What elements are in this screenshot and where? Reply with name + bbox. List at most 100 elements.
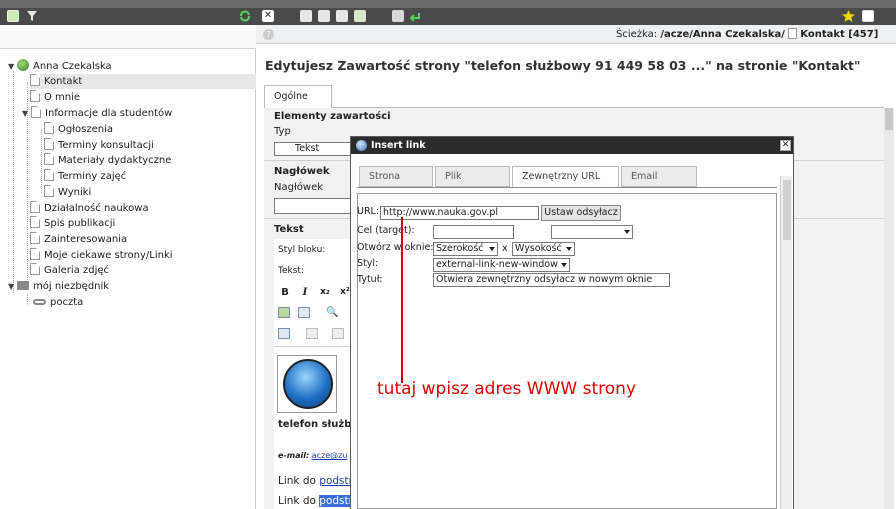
row-props-icon[interactable]: [332, 328, 344, 339]
content-phone-text: telefon służbo: [278, 419, 356, 430]
tree-item-dzialalnosc[interactable]: Działalność naukowa: [30, 201, 149, 216]
tab-ogolne[interactable]: Ogólne: [264, 85, 332, 109]
page-icon: [30, 248, 40, 260]
tree-item-publikacje[interactable]: Spis publikacji: [30, 216, 115, 231]
block-style-label: Styl bloku:: [278, 245, 326, 255]
target-select[interactable]: [551, 225, 633, 239]
tree-item-zainteresowania[interactable]: Zainteresowania: [30, 232, 127, 247]
collapse-icon[interactable]: ▼: [22, 106, 31, 121]
link2-prefix: Link do: [278, 495, 316, 507]
link1[interactable]: podstr: [319, 475, 353, 487]
page-icon: [44, 185, 54, 197]
dialog-title: Insert link: [351, 137, 793, 154]
tree-item-terminy-konsultacji[interactable]: Terminy konsultacji: [44, 138, 154, 153]
target-input[interactable]: [433, 225, 514, 239]
subscript-button[interactable]: x₂: [318, 286, 332, 299]
header-input[interactable]: [274, 198, 354, 214]
tree-item-materialy[interactable]: Materiały dydaktyczne: [44, 153, 171, 168]
text-label: Tekst:: [278, 266, 304, 276]
cell-props-icon[interactable]: [306, 328, 318, 339]
email-label: e-mail:: [278, 451, 310, 460]
tab-strona[interactable]: Strona: [359, 166, 433, 187]
tree-item-galeria[interactable]: Galeria zdjęć: [30, 263, 109, 278]
type-label: Typ: [274, 126, 291, 137]
type-select[interactable]: Tekst: [274, 142, 354, 156]
title-input[interactable]: Otwiera zewnętrzny odsyłacz w nowym okni…: [433, 273, 670, 287]
dialog-scrollbar[interactable]: [780, 176, 792, 509]
site-globe-icon: [17, 59, 29, 71]
breadcrumb-path[interactable]: /acze/Anna Czekalska/: [660, 29, 785, 40]
undo-icon[interactable]: [409, 10, 421, 22]
link2-selected[interactable]: podstr: [319, 495, 353, 507]
folder-icon: [17, 281, 29, 290]
help-icon[interactable]: ?: [263, 29, 274, 40]
page-icon: [44, 138, 54, 150]
annotation-text: tutaj wpisz adres WWW strony: [377, 379, 637, 399]
tab-zewnetrzny-url[interactable]: Zewnętrzny URL: [512, 166, 619, 188]
editor-toolbar: ✕: [256, 8, 896, 25]
tree-item-terminy-zajec[interactable]: Terminy zajęć: [44, 169, 126, 184]
height-select[interactable]: Wysokość: [512, 242, 575, 256]
new-page-icon[interactable]: [7, 10, 19, 22]
content-avatar-image: [277, 355, 337, 413]
italic-button[interactable]: I: [298, 286, 312, 299]
dialog-close-button[interactable]: ✕: [780, 140, 791, 151]
tree-item-poczta[interactable]: poczta: [33, 295, 83, 310]
dialog-tab-line: [357, 187, 777, 188]
width-select[interactable]: Szerokość: [433, 242, 498, 256]
globe-icon: [356, 140, 367, 151]
image-icon[interactable]: [278, 307, 290, 318]
main-scrollbar[interactable]: [884, 108, 894, 509]
bold-button[interactable]: B: [278, 286, 292, 299]
tree-item-ogloszenia[interactable]: Ogłoszenia: [44, 122, 113, 137]
tab-email[interactable]: Email: [621, 166, 697, 187]
breadcrumb-page[interactable]: Kontakt [457]: [800, 29, 878, 40]
tree-item-informacje[interactable]: ▼ Informacje dla studentów: [22, 106, 172, 121]
style-select[interactable]: external-link-new-window: [433, 258, 570, 272]
tree-item-o-mnie[interactable]: O mnie: [30, 90, 80, 105]
email-link[interactable]: acze@zu: [312, 451, 348, 460]
breadcrumb-label: Ścieżka:: [616, 29, 658, 40]
page-icon: [30, 216, 40, 228]
tree-item-linki[interactable]: Moje ciekawe strony/Linki: [30, 248, 173, 263]
set-link-button[interactable]: Ustaw odsyłacz: [541, 205, 621, 221]
window-top-border: [0, 0, 896, 8]
find-icon[interactable]: 🔍: [326, 307, 338, 318]
url-panel: [357, 193, 777, 509]
close-icon[interactable]: ✕: [262, 10, 274, 22]
save-close-icon[interactable]: [336, 10, 348, 22]
window-label: Otwórz w oknie:: [357, 242, 434, 253]
url-label: URL:: [357, 206, 380, 217]
tree-folder[interactable]: ▼ mój niezbędnik: [8, 279, 109, 294]
page-icon: [30, 263, 40, 275]
tree-item-kontakt[interactable]: Kontakt: [30, 74, 256, 89]
section-title-text: Tekst: [274, 224, 304, 235]
save-new-icon[interactable]: [354, 10, 366, 22]
collapse-icon[interactable]: ▼: [8, 59, 17, 74]
tree-toolbar: [0, 8, 256, 25]
header-label: Nagłówek: [274, 182, 324, 193]
tree-root[interactable]: ▼ Anna Czekalska: [8, 59, 112, 74]
fullscreen-icon[interactable]: [862, 10, 874, 22]
url-input[interactable]: http://www.nauka.gov.pl: [380, 206, 539, 220]
bookmark-star-icon[interactable]: [842, 10, 855, 22]
refresh-icon[interactable]: [239, 10, 251, 22]
annotation-pointer-line: [401, 217, 403, 383]
breadcrumb: ? Ścieżka: /acze/Anna Czekalska/ Kontakt…: [256, 25, 896, 44]
save-icon[interactable]: [300, 10, 312, 22]
page-icon: [31, 106, 41, 118]
table-icon[interactable]: [298, 307, 310, 318]
collapse-icon[interactable]: ▼: [8, 279, 17, 294]
filter-icon[interactable]: [26, 10, 38, 22]
page-icon: [44, 169, 54, 181]
shortcut-link-icon: [33, 299, 46, 305]
page-title: Edytujesz Zawartość strony "telefon służ…: [265, 58, 861, 73]
link1-prefix: Link do: [278, 475, 316, 487]
table-props-icon[interactable]: [278, 328, 290, 339]
tab-plik[interactable]: Plik: [435, 166, 510, 187]
delete-icon[interactable]: [392, 10, 404, 22]
page-icon: [44, 153, 54, 165]
tree-item-wyniki[interactable]: Wyniki: [44, 185, 91, 200]
save-view-icon[interactable]: [318, 10, 330, 22]
page-icon: [30, 74, 40, 86]
